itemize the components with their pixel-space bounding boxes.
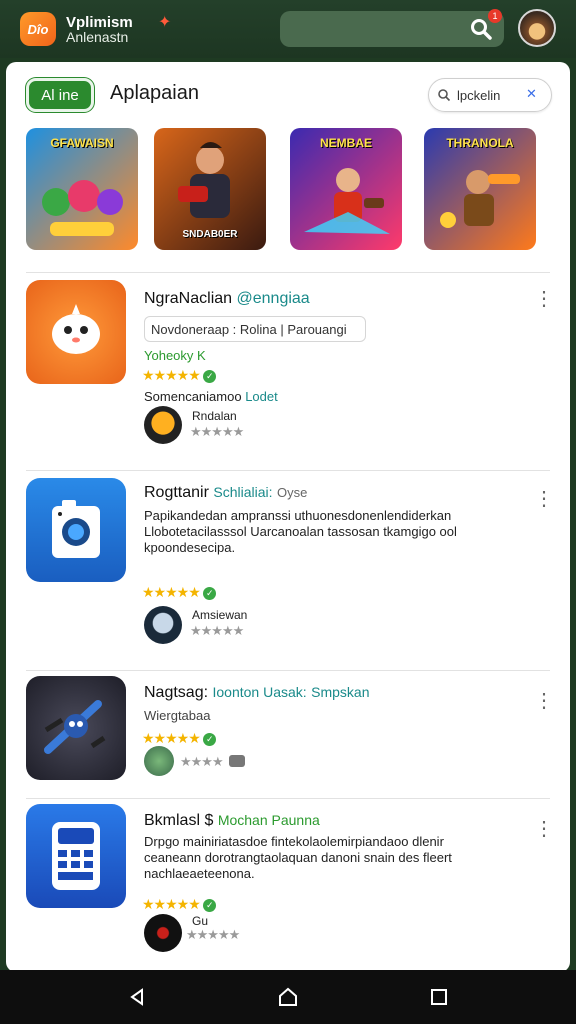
- app-title-row[interactable]: Rogttanir Schlialiai: Oyse: [144, 484, 307, 502]
- featured-game-3[interactable]: NEMBAE: [290, 128, 402, 250]
- star-rating: ★★★★★ ✓: [142, 730, 216, 747]
- app-icon-3[interactable]: [26, 676, 126, 780]
- reviewer-avatar[interactable]: [144, 746, 174, 776]
- verified-icon: ✓: [202, 733, 216, 746]
- verified-icon: ✓: [202, 370, 216, 383]
- app-category: Smpskan: [311, 684, 370, 700]
- featured-game-2[interactable]: SNDAB0ER: [154, 128, 266, 250]
- featured-game-label: GFAWAISN: [50, 136, 114, 150]
- app-subtitle: Anlenastn: [66, 29, 129, 45]
- app-category: Oyse: [276, 485, 308, 500]
- app-icon-2[interactable]: [26, 478, 126, 582]
- featured-game-4[interactable]: THRANOLA: [424, 128, 536, 250]
- reviewer-rating: ★★★★: [180, 754, 245, 770]
- divider: [26, 470, 550, 471]
- star-rating: ★★★★★ ✓: [142, 584, 216, 601]
- app-title: NgraNaclian: [144, 290, 233, 307]
- app-subtitle: Wiergtabaa: [144, 708, 211, 723]
- reviewer-avatar[interactable]: [144, 406, 182, 444]
- app-title: Bkmlasl $: [144, 812, 214, 829]
- user-avatar[interactable]: [518, 9, 556, 47]
- app-tags: Novdoneraap : Rolina | Parouangi: [144, 316, 366, 342]
- reply-icon: [228, 755, 245, 767]
- star-rating: ★★★★★ ✓: [142, 896, 216, 913]
- main-card: Al ine Aplapaian lpckelin ✕ GFAWAISN SND…: [6, 62, 570, 972]
- app-header: Dîo Vplimism Anlenastn ✦ 1: [0, 0, 576, 58]
- reviewer-avatar[interactable]: [144, 606, 182, 644]
- notification-badge: 1: [488, 9, 502, 23]
- verified-icon: ✓: [202, 587, 216, 600]
- reviewer-avatar[interactable]: [144, 914, 182, 952]
- app-name: Vplimism: [66, 14, 133, 31]
- more-options-icon[interactable]: ⋮: [534, 289, 554, 309]
- more-options-icon[interactable]: ⋮: [534, 819, 554, 839]
- section-title: Aplapaian: [110, 82, 199, 104]
- star-rating: ★★★★★ ✓: [142, 367, 216, 384]
- app-description: Drpgo mainiriatasdoe fintekolaolemirpian…: [144, 834, 452, 881]
- back-icon[interactable]: [124, 984, 150, 1010]
- app-developer: Mochan Paunna: [217, 812, 320, 828]
- reviewer-rating: ★★★★★: [186, 927, 240, 942]
- reviewer-rating: ★★★★★: [190, 424, 244, 439]
- close-icon[interactable]: ✕: [526, 86, 537, 102]
- more-options-icon[interactable]: ⋮: [534, 691, 554, 711]
- app-developer: Schlialiai:: [213, 484, 273, 500]
- app-description: Papikandedan ampranssi uthuonesdonenlend…: [144, 508, 457, 555]
- featured-game-label: SNDAB0ER: [182, 229, 238, 240]
- sparkle-icon: ✦: [158, 14, 172, 31]
- app-logo[interactable]: Dîo: [20, 12, 56, 46]
- home-icon[interactable]: [275, 984, 301, 1010]
- filter-chip[interactable]: Al ine: [26, 78, 94, 112]
- app-title: Nagtsag:: [144, 684, 209, 701]
- app-icon-4[interactable]: [26, 804, 126, 908]
- app-title-row[interactable]: Nagtsag: Ioonton Uasak: Smpskan: [144, 684, 369, 702]
- section-search-text: lpckelin: [457, 87, 501, 103]
- reviewer-name: Rndalan: [192, 409, 237, 423]
- app-developer: @enngiaa: [236, 290, 310, 307]
- app-developer: Ioonton Uasak:: [212, 684, 307, 700]
- reviewer-name: Amsiewan: [192, 608, 248, 622]
- featured-game-label: THRANOLA: [446, 136, 514, 150]
- app-subtitle-row: Somencaniamoo Lodet: [144, 389, 278, 404]
- app-subtitle: Somencaniamoo: [144, 389, 242, 404]
- divider: [26, 798, 550, 799]
- recent-apps-icon[interactable]: [426, 984, 452, 1010]
- app-icon-1[interactable]: [26, 280, 126, 384]
- system-nav-bar: [0, 970, 576, 1024]
- reviewer-rating: ★★★★★: [190, 623, 244, 638]
- featured-game-label: NEMBAE: [319, 136, 372, 150]
- app-title-row[interactable]: NgraNaclian @enngiaa: [144, 290, 310, 308]
- search-icon: [438, 89, 451, 102]
- divider: [26, 272, 550, 273]
- featured-game-1[interactable]: GFAWAISN: [26, 128, 138, 250]
- reviewer-name: Gu: [192, 914, 209, 928]
- app-subtitle-accent: Lodet: [245, 389, 278, 404]
- app-title-row[interactable]: Bkmlasl $ Mochan Paunna: [144, 812, 320, 830]
- app-title: Rogttanir: [144, 484, 209, 501]
- divider: [26, 670, 550, 671]
- more-options-icon[interactable]: ⋮: [534, 489, 554, 509]
- verified-icon: ✓: [202, 899, 216, 912]
- rating-text: Yoheoky K: [144, 348, 206, 363]
